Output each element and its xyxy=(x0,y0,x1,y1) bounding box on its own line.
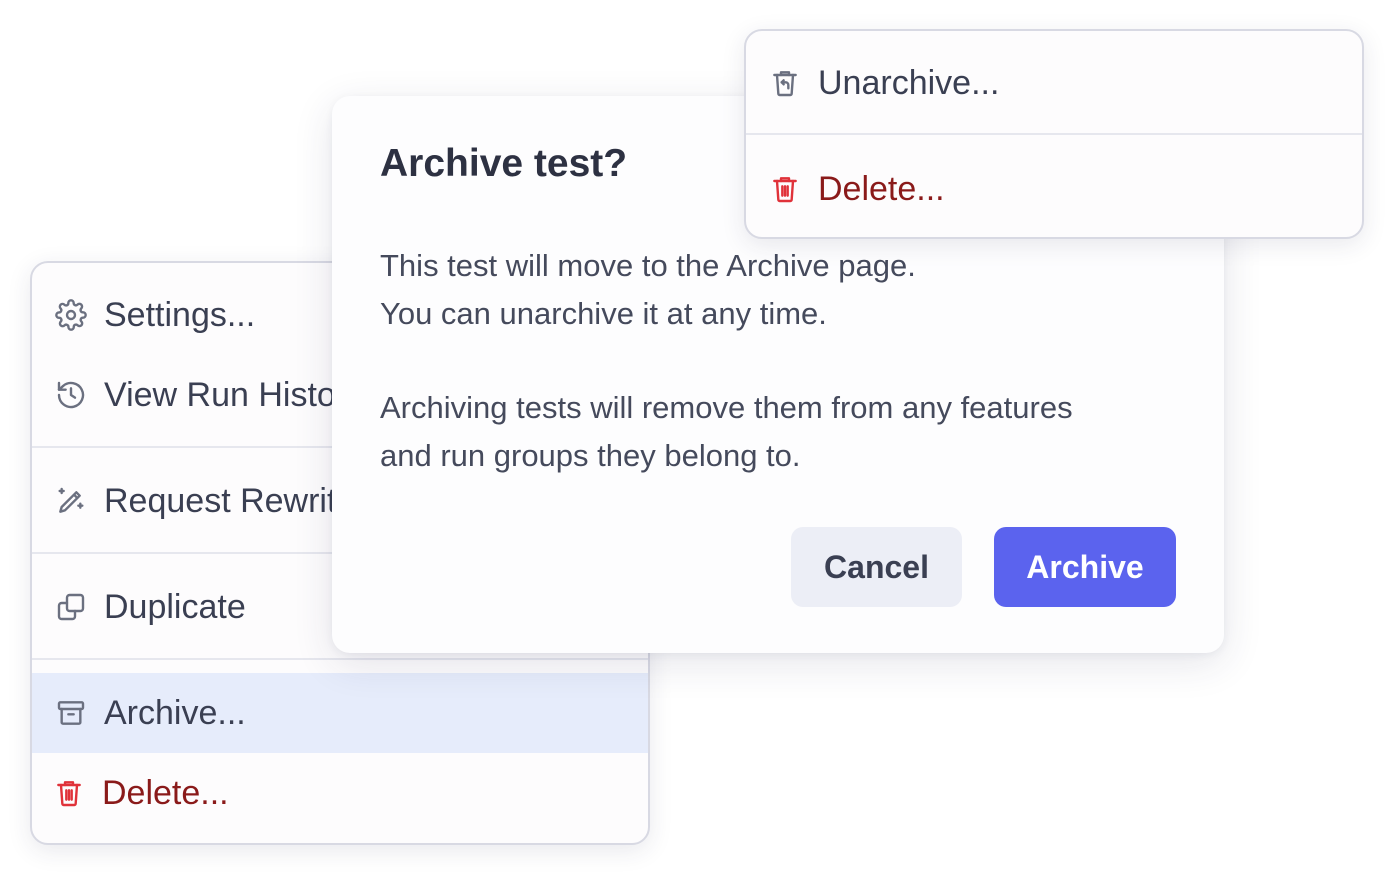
trash-icon xyxy=(52,776,86,810)
menu-divider xyxy=(746,133,1362,135)
trash-restore-icon xyxy=(768,66,802,100)
dialog-text: and run groups they belong to. xyxy=(380,438,801,473)
menu-item-archive[interactable]: Archive... xyxy=(32,673,648,753)
menu-item-label: Settings... xyxy=(104,295,256,334)
menu-item-label: Archive... xyxy=(104,693,246,732)
dialog-body: This test will move to the Archive page.… xyxy=(380,242,1180,480)
duplicate-icon xyxy=(54,590,88,624)
menu-divider xyxy=(32,658,648,660)
dialog-text: You can unarchive it at any time. xyxy=(380,296,827,331)
menu-item-label: Delete... xyxy=(818,169,945,208)
history-icon xyxy=(54,378,88,412)
menu-item-delete[interactable]: Delete... xyxy=(746,143,1362,235)
menu-item-label: Unarchive... xyxy=(818,63,1000,102)
dialog-text: Archiving tests will remove them from an… xyxy=(380,390,1073,425)
cancel-button[interactable]: Cancel xyxy=(791,527,962,607)
menu-item-label: Delete... xyxy=(102,773,229,812)
menu-item-delete[interactable]: Delete... xyxy=(32,753,648,833)
menu-item-unarchive[interactable]: Unarchive... xyxy=(746,37,1362,129)
pencil-sparkle-icon xyxy=(54,484,88,518)
menu-item-label: Duplicate xyxy=(104,587,246,626)
archive-button[interactable]: Archive xyxy=(994,527,1176,607)
menu-item-label: Request Rewrite xyxy=(104,481,356,520)
dialog-text: This test will move to the Archive page. xyxy=(380,248,916,283)
archived-test-menu: Unarchive... Delete... xyxy=(744,29,1364,239)
gear-icon xyxy=(54,298,88,332)
archive-box-icon xyxy=(54,696,88,730)
menu-item-label: View Run History xyxy=(104,375,365,414)
trash-icon xyxy=(768,172,802,206)
dialog-title: Archive test? xyxy=(380,142,628,185)
